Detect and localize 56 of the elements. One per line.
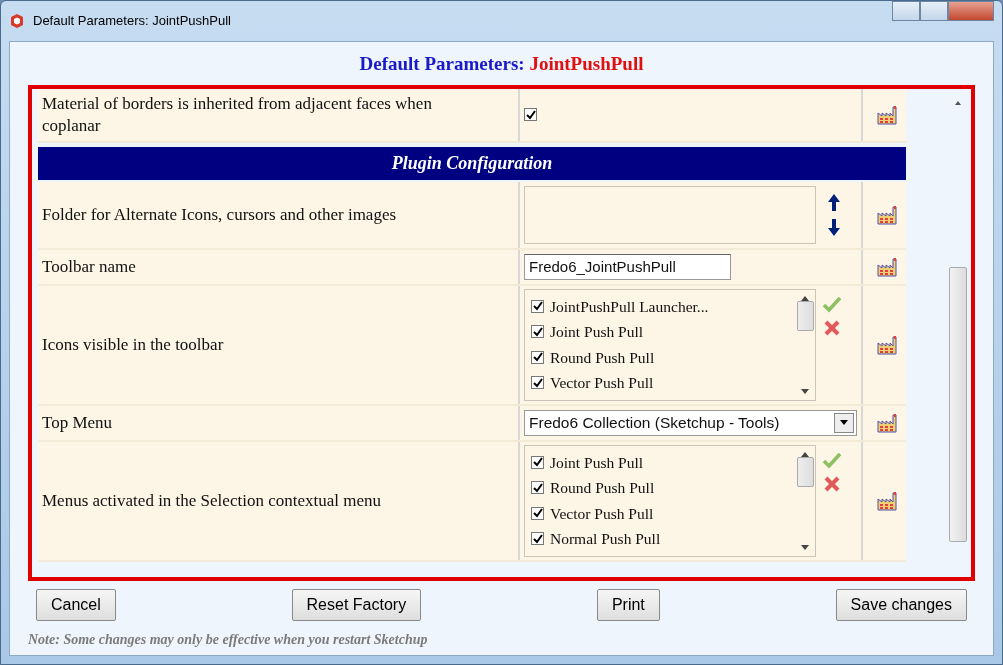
checkbox[interactable]: [524, 108, 537, 121]
checklist-item-label: Vector Push Pull: [550, 373, 654, 394]
checklist-item-label: Vector Push Pull: [550, 503, 654, 524]
cross-icon[interactable]: [822, 318, 842, 337]
checklist-item-label: Joint Push Pull: [550, 452, 644, 473]
factory-icon[interactable]: [876, 104, 899, 125]
heading-label: Default Parameters:: [359, 53, 525, 74]
note-text: Note: Some changes may only be effective when you restart Sketchup: [28, 630, 429, 649]
checkbox[interactable]: [531, 350, 544, 364]
app-icon: [9, 13, 25, 29]
check-icon[interactable]: [822, 294, 842, 313]
parameter-label: Material of borders is inherited from adjacent faces when coplanar: [42, 93, 433, 136]
scroll-thumb[interactable]: [796, 456, 814, 487]
check-icon[interactable]: [822, 450, 842, 469]
cross-icon[interactable]: [822, 474, 842, 493]
checkbox[interactable]: [531, 376, 544, 390]
checkbox[interactable]: [531, 506, 544, 520]
minimize-button[interactable]: [892, 1, 920, 21]
checklist-item-label: Round Push Pull: [550, 347, 655, 368]
heading-name: JointPushPull: [529, 53, 644, 74]
parameter-label: Top Menu: [42, 411, 113, 434]
checklist-item-label: Round Push Pull: [550, 478, 655, 499]
factory-icon[interactable]: [876, 204, 899, 225]
checkbox[interactable]: [531, 299, 544, 313]
factory-icon[interactable]: [876, 412, 899, 433]
checkbox[interactable]: [531, 455, 544, 469]
dialog-button[interactable]: Print: [596, 588, 660, 621]
window-title: Default Parameters: JointPushPull: [33, 12, 231, 31]
dropdown[interactable]: Fredo6 Collection (Sketchup - Tools): [524, 409, 857, 436]
checkbox[interactable]: [531, 481, 544, 495]
text-field[interactable]: Fredo6_JointPushPull: [524, 253, 731, 280]
parameter-label: Toolbar name: [42, 255, 136, 278]
scroll-down-icon[interactable]: [801, 544, 809, 550]
parameter-label: Folder for Alternate Icons, cursors and other images: [42, 203, 397, 226]
checkbox[interactable]: [531, 325, 544, 339]
parameter-label: Menus activated in the Selection contextual menu: [42, 489, 381, 512]
checkbox[interactable]: [531, 532, 544, 546]
checklist-item-label: Joint Push Pull: [550, 322, 644, 343]
checklist-item-label: JointPushPull Launcher...: [550, 296, 709, 317]
checklist[interactable]: Joint Push Pull Round Push Pull Vector Push Pull Normal Push Pull: [524, 444, 816, 557]
dialog-button[interactable]: Cancel: [36, 588, 116, 621]
reorder-arrows-icon[interactable]: [826, 192, 842, 237]
maximize-button[interactable]: [920, 1, 948, 21]
factory-icon[interactable]: [876, 490, 899, 511]
folder-field[interactable]: [524, 185, 816, 244]
section-header: Plugin Configuration: [38, 146, 906, 180]
dialog-button[interactable]: Save changes: [835, 588, 967, 621]
factory-icon[interactable]: [876, 334, 899, 355]
parameter-label: Icons visible in the toolbar: [42, 333, 224, 356]
factory-icon[interactable]: [876, 256, 899, 277]
scroll-thumb[interactable]: [796, 300, 814, 331]
checklist-item-label: Normal Push Pull: [550, 529, 661, 550]
scroll-down-icon[interactable]: [801, 388, 809, 394]
dialog-button[interactable]: Reset Factory: [291, 588, 422, 621]
close-button[interactable]: [948, 1, 994, 21]
checklist[interactable]: JointPushPull Launcher... Joint Push Pull Round Push Pull Vector Push Pull: [524, 288, 816, 401]
